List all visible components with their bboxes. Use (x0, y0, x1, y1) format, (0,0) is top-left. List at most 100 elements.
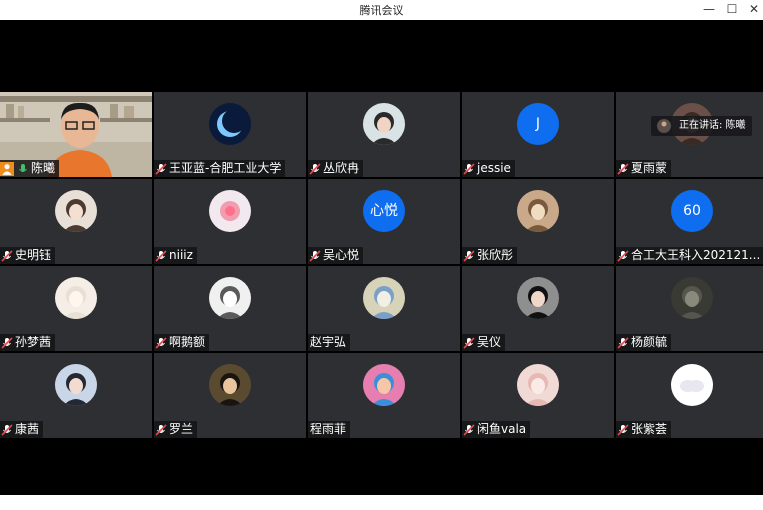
participant-avatar (363, 103, 405, 145)
participant-name: 罗兰 (169, 422, 194, 436)
participant-tile[interactable]: 吴仪 (462, 266, 614, 351)
avatar-image (679, 286, 705, 319)
participant-avatar: 心悦 (363, 190, 405, 232)
name-bar: 张欣彤 (462, 247, 518, 264)
name-bar: 程雨菲 (308, 421, 351, 438)
name-bar: 啊鹅额 (154, 334, 210, 351)
avatar-image (220, 201, 240, 221)
participant-avatar (517, 190, 559, 232)
avatar-initials: 60 (683, 203, 701, 219)
mic-muted-icon (309, 162, 321, 175)
participant-avatar (209, 103, 251, 145)
name-bar: 闲鱼vala (462, 421, 531, 438)
name-bar: 孙梦茜 (0, 334, 56, 351)
participant-avatar (55, 364, 97, 406)
participant-avatar: 60 (671, 190, 713, 232)
participant-tile[interactable]: 王亚蓝-合肥工业大学 (154, 92, 306, 177)
participant-tile[interactable]: 闲鱼vala (462, 353, 614, 438)
mic-muted-icon (463, 162, 475, 175)
mic-muted-icon (617, 423, 629, 436)
participant-avatar: J (517, 103, 559, 145)
avatar-image (217, 109, 246, 137)
participant-tile[interactable]: 张欣彤 (462, 179, 614, 264)
participant-tile[interactable]: niiiz (154, 179, 306, 264)
mic-muted-icon (463, 423, 475, 436)
participant-tile[interactable]: 康茜 (0, 353, 152, 438)
mic-muted-icon (1, 423, 13, 436)
participant-name: 合工大王科入202121... (631, 248, 761, 262)
self-name-bar: 陈曦 (0, 160, 60, 177)
participant-name: 王亚蓝-合肥工业大学 (169, 161, 282, 175)
avatar-image (217, 286, 243, 319)
mic-muted-icon (463, 336, 475, 349)
participant-avatar (363, 277, 405, 319)
window-title: 腾讯会议 (359, 4, 404, 17)
participant-avatar (209, 364, 251, 406)
name-bar: niiiz (154, 247, 197, 264)
avatar-initials: 心悦 (370, 203, 398, 219)
name-bar: jessie (462, 160, 515, 177)
avatar-image (525, 286, 551, 319)
name-bar: 合工大王科入202121... (616, 247, 763, 264)
avatar-image (63, 199, 89, 232)
participant-avatar (671, 277, 713, 319)
participant-avatar (55, 277, 97, 319)
participant-name: 啊鹅额 (169, 335, 206, 349)
participant-name: jessie (477, 161, 511, 175)
participant-tile[interactable]: 丛欣冉 (308, 92, 460, 177)
speaker-avatar-icon (657, 119, 671, 133)
participant-tile[interactable]: 程雨菲 (308, 353, 460, 438)
participant-avatar (363, 364, 405, 406)
participant-name: 张紫荟 (631, 422, 668, 436)
mic-muted-icon (617, 249, 629, 262)
participant-tile[interactable]: 孙梦茜 (0, 266, 152, 351)
name-bar: 杨颜毓 (616, 334, 672, 351)
name-bar: 赵宇弘 (308, 334, 351, 351)
avatar-image (680, 380, 704, 392)
participant-tile[interactable]: 啊鹅额 (154, 266, 306, 351)
speaking-indicator: 正在讲话: 陈曦 (651, 116, 752, 136)
maximize-button[interactable]: ☐ (722, 1, 742, 18)
avatar-image (371, 112, 397, 145)
participant-name: 丛欣冉 (323, 161, 360, 175)
participant-avatar (671, 364, 713, 406)
participant-avatar (517, 277, 559, 319)
participant-name: 闲鱼vala (477, 422, 527, 436)
minimize-button[interactable]: — (699, 1, 719, 18)
participant-name: 陈曦 (31, 161, 56, 175)
participant-tile[interactable]: Jjessie (462, 92, 614, 177)
avatar-image (371, 286, 397, 319)
participant-tile[interactable]: 心悦吴心悦 (308, 179, 460, 264)
self-video-tile[interactable]: 陈曦 (0, 92, 152, 177)
participant-name: 吴仪 (477, 335, 502, 349)
participant-tile[interactable]: 60 合工大王科入202121... (616, 179, 763, 264)
mic-active-icon (19, 163, 27, 172)
avatar-image (217, 373, 243, 406)
participant-tile[interactable]: 杨颜毓 (616, 266, 763, 351)
mic-muted-icon (617, 336, 629, 349)
avatar-image (371, 373, 397, 406)
participant-name: 史明钰 (15, 248, 52, 262)
participant-tile[interactable]: 史明钰 (0, 179, 152, 264)
mic-muted-icon (309, 249, 321, 262)
avatar-image (63, 286, 89, 319)
participant-tile[interactable]: 罗兰 (154, 353, 306, 438)
name-bar: 史明钰 (0, 247, 56, 264)
participant-tile[interactable]: 赵宇弘 (308, 266, 460, 351)
mic-muted-icon (155, 336, 167, 349)
participant-avatar (55, 190, 97, 232)
close-button[interactable]: ✕ (744, 1, 763, 18)
name-bar: 张紫荟 (616, 421, 672, 438)
participant-name: 吴心悦 (323, 248, 360, 262)
name-bar: 王亚蓝-合肥工业大学 (154, 160, 286, 177)
person-icon (0, 161, 14, 176)
participant-name: niiiz (169, 248, 193, 262)
name-bar: 康茜 (0, 421, 44, 438)
participant-tile[interactable]: 张紫荟 (616, 353, 763, 438)
mic-muted-icon (463, 249, 475, 262)
name-bar: 吴心悦 (308, 247, 364, 264)
mic-muted-icon (155, 162, 167, 175)
mic-muted-icon (155, 249, 167, 262)
participant-avatar (209, 190, 251, 232)
participant-avatar (517, 364, 559, 406)
